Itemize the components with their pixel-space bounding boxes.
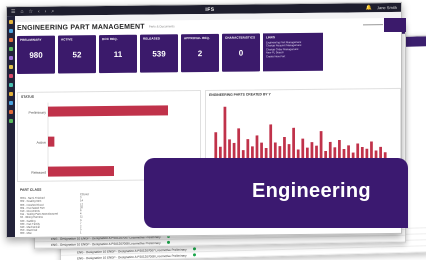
kpi-label: ACTIVE xyxy=(61,37,73,42)
bar xyxy=(48,105,168,117)
bar xyxy=(48,136,55,147)
status-dot-icon xyxy=(192,247,196,251)
part-class-count: 1 xyxy=(80,231,82,235)
sidebar-item-icon[interactable] xyxy=(9,74,13,79)
bar xyxy=(48,165,114,177)
bar xyxy=(223,106,227,165)
kpi-label: CHARACTERISTICS xyxy=(225,35,256,40)
kpi-card-approval-req[interactable]: APPROVAL REQ. 2 xyxy=(181,33,219,73)
kpi-card-characteristics[interactable]: CHARACTERISTICS 0 xyxy=(222,33,260,72)
sidebar-item-icon[interactable] xyxy=(9,56,13,61)
home-icon[interactable]: ⌂ xyxy=(20,8,23,14)
kpi-value: 2 xyxy=(197,49,203,59)
screen: ENG - Designation 10 INTERMEDIATE A PS01… xyxy=(0,0,426,260)
kpi-card-released[interactable]: RELEASED 539 xyxy=(140,34,178,73)
back-icon[interactable]: ‹ xyxy=(38,8,40,14)
category-label: Released xyxy=(31,171,46,175)
search-icon[interactable]: ⌕ xyxy=(51,8,54,14)
kpi-label: APPROVAL REQ. xyxy=(184,35,210,41)
sidebar-item-icon[interactable] xyxy=(9,110,13,115)
kpi-card-active[interactable]: ACTIVE 52 xyxy=(58,35,96,74)
kpi-label: RELEASED xyxy=(143,36,161,41)
zoom-slider[interactable] xyxy=(363,23,384,25)
kpi-value: 11 xyxy=(113,49,123,59)
kpi-card-doc-req[interactable]: DOC REQ. 11 xyxy=(99,34,137,74)
kpi-value: 0 xyxy=(238,48,244,58)
category-label: Preliminary xyxy=(28,111,46,115)
sidebar-item-icon[interactable] xyxy=(9,20,13,25)
links-panel: LINKS Engineering Part Management Change… xyxy=(263,32,323,72)
category-banner: Engineering xyxy=(144,158,408,228)
side-window-tab[interactable] xyxy=(384,18,406,32)
row-text: ENG - Designation 10 ENGP - Designation … xyxy=(77,253,187,260)
star-icon[interactable]: ☆ xyxy=(29,8,33,14)
part-class-name: 060 - Misc xyxy=(20,232,32,236)
link-item[interactable]: Create New Part xyxy=(266,54,320,58)
sidebar xyxy=(7,15,15,238)
forward-icon[interactable]: › xyxy=(45,8,47,14)
kpi-label: PRELIMINARY xyxy=(20,37,42,42)
status-dot-icon xyxy=(192,253,196,257)
sidebar-item-icon[interactable] xyxy=(9,92,13,97)
sidebar-item-icon[interactable] xyxy=(9,29,13,34)
sidebar-item-icon[interactable] xyxy=(9,101,13,106)
banner-text: Engineering xyxy=(252,180,371,202)
kpi-label: DOC REQ. xyxy=(102,36,118,42)
user-name[interactable]: Jane Smith xyxy=(377,5,397,10)
sidebar-item-icon[interactable] xyxy=(9,83,13,88)
page-title: ENGINEERING PART MANAGEMENT xyxy=(17,23,145,32)
kpi-value: 539 xyxy=(152,49,166,59)
category-label: Active xyxy=(36,141,46,145)
sidebar-item-icon[interactable] xyxy=(9,47,13,52)
sidebar-item-icon[interactable] xyxy=(9,38,13,43)
kpi-value: 980 xyxy=(29,50,43,60)
status-dot-icon xyxy=(166,240,170,244)
kpi-row: PRELIMINARY 980 ACTIVE 52 DOC REQ. 11 RE… xyxy=(17,32,399,74)
list-item[interactable]: 060 - Misc 1 xyxy=(17,230,201,236)
row-text: ENG - Designation 10 ENGP - Designation … xyxy=(51,240,161,247)
page-subtitle: Parts & Documents xyxy=(148,24,175,29)
links-title: LINKS xyxy=(266,35,275,40)
kpi-value: 52 xyxy=(72,50,82,60)
kpi-card-preliminary[interactable]: PRELIMINARY 980 xyxy=(17,35,55,74)
sidebar-item-icon[interactable] xyxy=(9,65,13,70)
notification-icon[interactable]: 🔔 xyxy=(366,5,372,11)
menu-icon[interactable]: ☰ xyxy=(11,8,15,14)
sidebar-item-icon[interactable] xyxy=(9,119,13,124)
